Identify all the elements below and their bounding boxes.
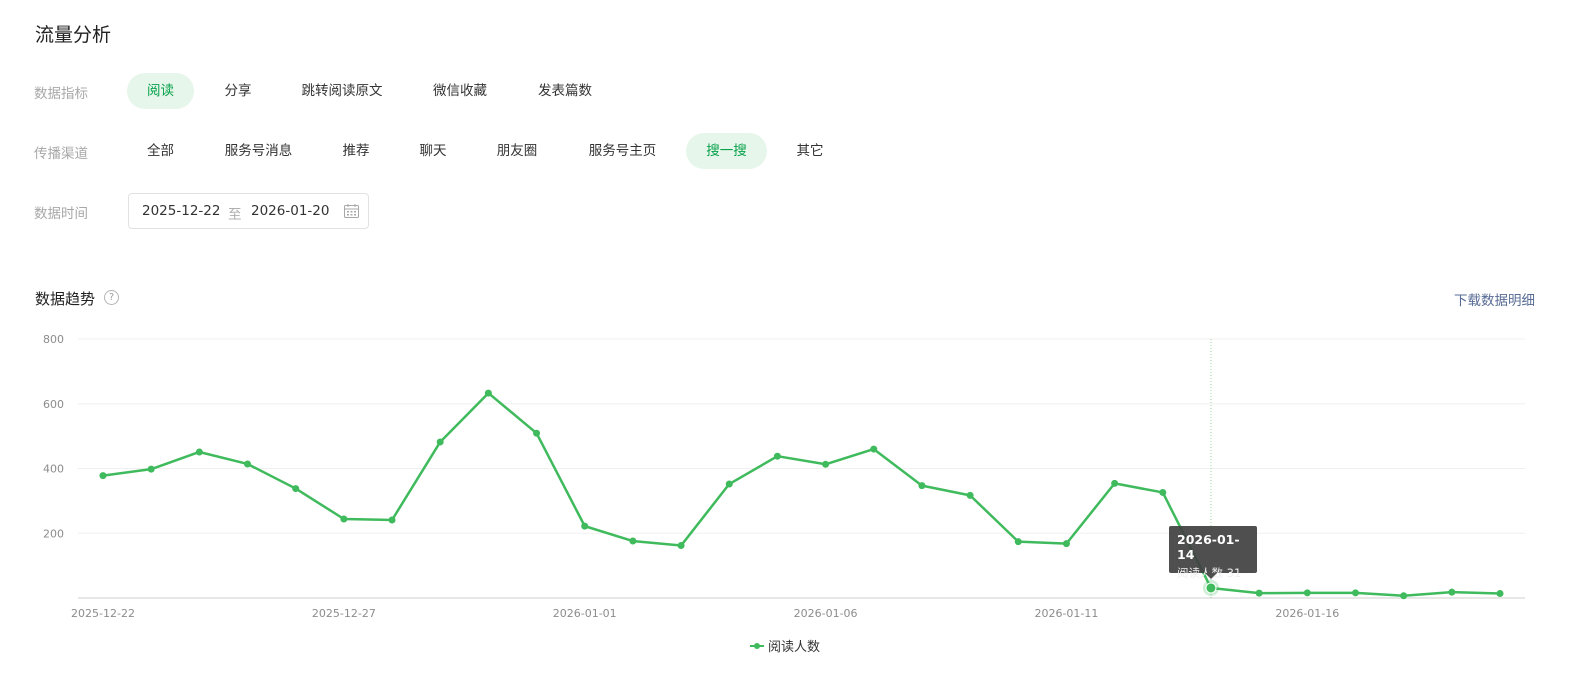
metric-option-1[interactable]: 分享 — [203, 73, 273, 109]
trend-line-chart: 200 400 600 800 2025-12-22 2025-12-27 2026-01-… — [43, 333, 1525, 620]
metric-option-2[interactable]: 跳转阅读原文 — [287, 73, 397, 109]
channel-option-2[interactable]: 推荐 — [326, 133, 386, 169]
x-tick-label-3: 2026-01-06 — [794, 607, 858, 620]
channel-option-1[interactable]: 服务号消息 — [206, 133, 311, 169]
data-point-21 — [1111, 479, 1119, 487]
data-point-23 — [1205, 582, 1217, 594]
data-point-24 — [1255, 589, 1263, 597]
data-point-16 — [870, 445, 878, 453]
data-point-4 — [292, 485, 300, 493]
download-data-link[interactable]: 下载数据明细 — [1454, 289, 1535, 309]
end-date[interactable]: 2026-01-20 — [251, 203, 329, 219]
data-point-28 — [1448, 588, 1456, 596]
data-point-26 — [1351, 589, 1359, 597]
channel-option-0[interactable]: 全部 — [127, 133, 194, 169]
channel-filter-row: 传播渠道 全部 服务号消息 推荐 聊天 朋友圈 服务号主页 搜一搜 其它 — [0, 133, 900, 169]
metric-filter-label: 数据指标 — [34, 86, 88, 102]
data-point-10 — [581, 522, 589, 530]
tooltip-arrow — [1205, 573, 1217, 579]
y-tick-label-3: 800 — [43, 333, 64, 346]
question-circle-icon[interactable]: ? — [104, 290, 119, 305]
data-point-6 — [388, 516, 396, 524]
start-date[interactable]: 2025-12-22 — [142, 203, 220, 219]
data-point-3 — [244, 460, 252, 468]
x-tick-label-5: 2026-01-16 — [1275, 607, 1339, 620]
data-point-19 — [1014, 538, 1022, 546]
metric-option-4[interactable]: 发表篇数 — [520, 73, 610, 109]
x-tick-label-2: 2026-01-01 — [553, 607, 617, 620]
data-point-22 — [1159, 488, 1167, 496]
x-tick-label-0: 2025-12-22 — [71, 607, 135, 620]
metric-option-3[interactable]: 微信收藏 — [416, 73, 504, 109]
data-point-27 — [1400, 592, 1408, 600]
channel-option-4[interactable]: 朋友圈 — [480, 133, 554, 169]
channel-option-3[interactable]: 聊天 — [400, 133, 466, 169]
data-point-13 — [725, 480, 733, 488]
data-point-20 — [1062, 540, 1070, 548]
chart-legend[interactable]: 阅读人数 — [750, 636, 820, 655]
data-point-7 — [436, 438, 444, 446]
tooltip-value: 31 — [1226, 566, 1242, 580]
data-point-2 — [195, 448, 203, 456]
y-tick-label-2: 600 — [43, 398, 64, 411]
tooltip-date: 2026-01-14 — [1177, 532, 1240, 562]
data-point-8 — [484, 389, 492, 397]
page-title: 流量分析 — [35, 24, 112, 46]
data-point-25 — [1303, 589, 1311, 597]
metric-filter-row: 数据指标 阅读 分享 跳转阅读原文 微信收藏 发表篇数 — [0, 73, 700, 109]
metric-option-0[interactable]: 阅读 — [127, 73, 194, 109]
channel-option-7[interactable]: 其它 — [786, 133, 834, 169]
data-point-9 — [533, 429, 541, 437]
data-point-0 — [99, 472, 107, 480]
data-point-12 — [677, 542, 685, 550]
date-separator: 至 — [228, 207, 242, 223]
x-tick-label-1: 2025-12-27 — [312, 607, 376, 620]
legend-swatch-icon — [750, 641, 764, 651]
y-tick-label-0: 200 — [43, 527, 64, 540]
legend-label: 阅读人数 — [768, 640, 821, 655]
series-line-read-count — [102, 391, 1501, 597]
chart-tooltip: 2026-01-14 阅读人数 31 — [1169, 526, 1257, 580]
time-filter-label: 数据时间 — [34, 206, 88, 222]
data-point-11 — [629, 537, 637, 545]
channel-option-5[interactable]: 服务号主页 — [575, 133, 670, 169]
x-tick-label-4: 2026-01-11 — [1034, 607, 1098, 620]
data-point-29 — [1496, 589, 1504, 597]
data-point-14 — [773, 452, 781, 460]
data-point-5 — [340, 515, 348, 523]
y-tick-label-1: 400 — [43, 463, 64, 476]
traffic-analysis-page: 流量分析 数据指标 阅读 分享 跳转阅读原文 微信收藏 发表篇数 传播渠道 全部 服务号消… — [0, 0, 1588, 685]
data-point-15 — [822, 460, 830, 468]
data-point-1 — [147, 465, 155, 473]
channel-filter-label: 传播渠道 — [34, 146, 88, 162]
data-point-18 — [966, 491, 974, 499]
date-range-picker[interactable]: 2025-12-22 至 2026-01-20 — [128, 193, 369, 229]
calendar-icon[interactable] — [344, 204, 359, 218]
trend-section-title: 数据趋势 — [35, 290, 96, 308]
data-point-17 — [918, 482, 926, 490]
channel-option-6[interactable]: 搜一搜 — [686, 133, 767, 169]
